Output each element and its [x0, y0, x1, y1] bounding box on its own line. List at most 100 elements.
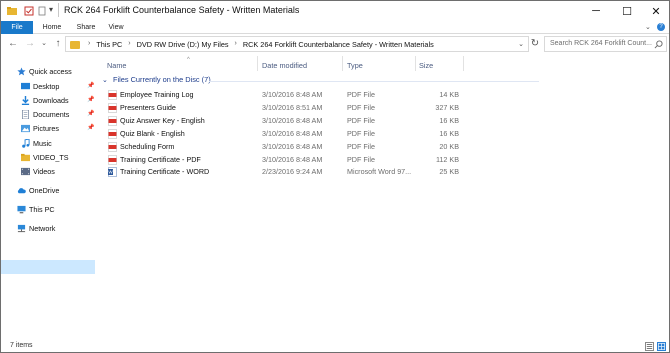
pdf-file-icon — [108, 115, 117, 126]
close-button[interactable]: ✕ — [641, 1, 670, 21]
cloud-icon — [17, 188, 26, 194]
expand-ribbon-icon[interactable]: ⌄ — [645, 23, 651, 31]
details-view-button[interactable] — [645, 342, 654, 351]
large-icons-view-button[interactable] — [657, 342, 666, 351]
address-folder-icon — [70, 41, 80, 49]
title-bar: ▾ RCK 264 Forklift Counterbalance Safety… — [1, 1, 669, 21]
pin-icon[interactable]: 📌 — [87, 80, 94, 93]
chevron-right-icon: › — [128, 40, 131, 47]
help-icon[interactable]: ? — [657, 23, 665, 31]
breadcrumb: › This PC › DVD RW Drive (D:) My Files ›… — [88, 40, 435, 49]
nav-item-downloads[interactable]: Downloads 📌 — [21, 94, 95, 107]
nav-this-pc[interactable]: This PC — [17, 203, 95, 216]
nav-item-videos[interactable]: Videos — [21, 165, 95, 178]
nav-label: Pictures — [33, 124, 59, 133]
file-date-modified: 3/10/2016 8:48 AM — [262, 115, 323, 125]
pin-icon[interactable]: 📌 — [87, 94, 94, 107]
desktop-icon — [21, 82, 30, 90]
nav-label: Quick access — [29, 67, 72, 76]
file-type: Microsoft Word 97... — [347, 167, 412, 177]
file-type: PDF File — [347, 154, 375, 164]
crumb-this-pc[interactable]: This PC — [95, 40, 123, 49]
pictures-icon — [21, 124, 30, 133]
back-arrow-icon[interactable]: ← — [6, 37, 20, 51]
crumb-current-folder[interactable]: RCK 264 Forklift Counterbalance Safety -… — [242, 40, 435, 49]
group-header[interactable]: ⌄ Files Currently on the Disc (7) — [102, 75, 211, 84]
star-icon — [17, 67, 26, 76]
pin-icon[interactable]: 📌 — [87, 108, 94, 121]
file-size: 25 KB — [439, 167, 459, 177]
details-view-icon — [646, 344, 653, 349]
nav-item-documents[interactable]: Documents 📌 — [21, 108, 95, 121]
column-divider[interactable] — [257, 56, 258, 71]
file-row[interactable]: W Training Certificate - WORD 2/23/2016 9:… — [97, 166, 467, 178]
properties-icon[interactable] — [24, 6, 34, 16]
group-label: Files Currently on the Disc (7) — [112, 75, 211, 84]
file-type: PDF File — [347, 90, 375, 99]
refresh-icon[interactable]: ↻ — [529, 37, 541, 51]
column-divider[interactable] — [463, 56, 464, 71]
word-file-icon: W — [108, 167, 117, 178]
pdf-file-icon — [108, 128, 117, 139]
nav-item-desktop[interactable]: Desktop 📌 — [21, 80, 95, 93]
tab-file[interactable]: File — [1, 21, 33, 34]
file-row[interactable]: Employee Training Log 3/10/2016 8:48 AM PD… — [97, 89, 467, 101]
nav-label: Downloads — [33, 96, 69, 105]
file-type: PDF File — [347, 115, 375, 125]
recent-locations-icon[interactable]: ⌄ — [37, 37, 51, 51]
qat-dropdown-icon[interactable]: ▾ — [49, 5, 53, 14]
title-divider — [58, 3, 59, 17]
crumb-dvd-drive[interactable]: DVD RW Drive (D:) My Files — [136, 40, 230, 49]
nav-label: Documents — [33, 110, 70, 119]
column-header-type[interactable]: Type — [347, 58, 417, 70]
nav-label: Desktop — [33, 82, 60, 91]
column-header-date[interactable]: Date modified — [262, 58, 342, 70]
column-label: Name — [107, 61, 127, 70]
file-row[interactable]: Scheduling Form 3/10/2016 8:48 AM PDF File… — [97, 141, 467, 153]
file-row[interactable]: Quiz Answer Key - English 3/10/2016 8:48 … — [97, 115, 467, 127]
file-type: PDF File — [347, 128, 375, 138]
file-size: 14 KB — [439, 90, 459, 99]
nav-label: VIDEO_TS — [33, 153, 69, 162]
pin-icon[interactable]: 📌 — [87, 122, 94, 135]
documents-icon — [21, 110, 30, 119]
forward-arrow-icon[interactable]: → — [23, 37, 37, 51]
file-row[interactable]: Presenters Guide 3/10/2016 8:51 AM PDF Fil… — [97, 102, 467, 114]
minimize-button[interactable]: ─ — [581, 1, 611, 21]
nav-item-music[interactable]: Music — [21, 137, 95, 150]
column-header-size[interactable]: Size — [419, 58, 461, 70]
nav-network[interactable]: Network — [17, 222, 95, 235]
address-dropdown-icon[interactable]: ⌄ — [518, 40, 524, 48]
file-name: Scheduling Form — [120, 141, 175, 151]
file-size: 112 KB — [435, 154, 459, 164]
file-row[interactable]: Training Certificate - PDF 3/10/2016 8:48… — [97, 154, 467, 166]
column-divider[interactable] — [342, 56, 343, 71]
search-input[interactable]: Search RCK 264 Forklift Count... — [544, 36, 667, 52]
file-name: Training Certificate - WORD — [120, 167, 210, 177]
address-field[interactable]: › This PC › DVD RW Drive (D:) My Files ›… — [65, 36, 529, 52]
search-icon — [654, 40, 663, 49]
file-date-modified: 2/23/2016 9:24 AM — [262, 167, 323, 177]
file-row[interactable]: Quiz Blank - English 3/10/2016 8:48 AM PDF… — [97, 128, 467, 140]
column-divider[interactable] — [415, 56, 416, 71]
nav-quick-access[interactable]: Quick access — [17, 65, 95, 78]
up-arrow-icon[interactable]: ↑ — [51, 37, 65, 51]
column-header-name[interactable]: ^ Name — [107, 57, 257, 70]
file-date-modified: 3/10/2016 8:48 AM — [262, 90, 323, 99]
nav-label: Network — [29, 224, 56, 233]
chevron-down-icon: ⌄ — [102, 77, 108, 84]
tab-view[interactable]: View — [103, 21, 129, 34]
nav-onedrive[interactable]: OneDrive — [17, 184, 95, 197]
new-folder-icon[interactable] — [37, 6, 47, 16]
music-icon — [22, 139, 30, 148]
file-name: Presenters Guide — [120, 102, 176, 112]
nav-item-video-ts[interactable]: VIDEO_TS — [21, 151, 95, 164]
explorer-window: ▾ RCK 264 Forklift Counterbalance Safety… — [0, 0, 670, 353]
status-bar: 7 items — [1, 339, 669, 353]
maximize-button[interactable]: ☐ — [612, 1, 642, 21]
item-count: 7 items — [10, 342, 33, 349]
tab-share[interactable]: Share — [71, 21, 101, 34]
nav-label: OneDrive — [29, 186, 60, 195]
nav-item-pictures[interactable]: Pictures 📌 — [21, 122, 95, 135]
tab-home[interactable]: Home — [37, 21, 67, 34]
